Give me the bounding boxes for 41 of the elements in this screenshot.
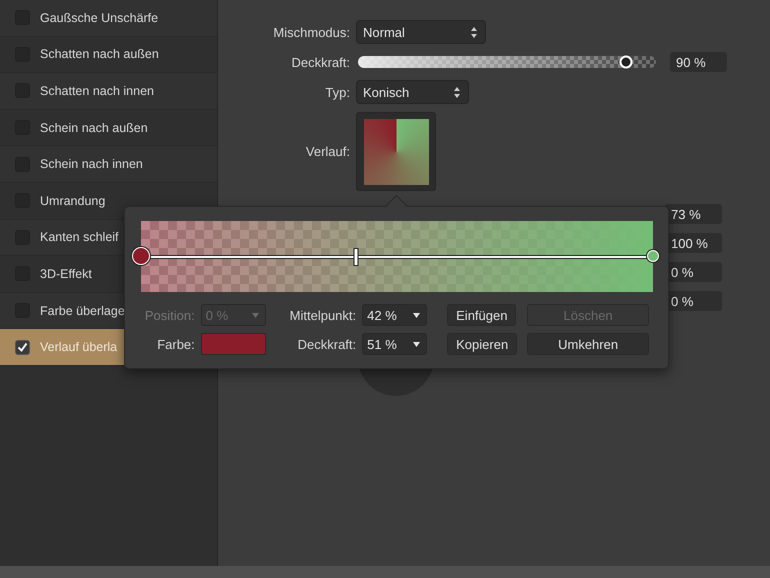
gradient-bar[interactable]	[141, 221, 653, 292]
effect-label: Umrandung	[40, 194, 106, 208]
field-label: Mischmodus:	[272, 24, 350, 40]
field-label: Verlauf:	[304, 144, 350, 159]
field-label: Deckkraft:	[296, 336, 356, 352]
midpoint-handle[interactable]	[354, 248, 359, 266]
action-button[interactable]: Umkehren	[527, 333, 650, 355]
dropdown-arrow-icon	[252, 312, 259, 318]
dropdown-arrow-icon	[413, 342, 420, 346]
action-button[interactable]: Kopieren	[447, 333, 518, 355]
effect-label: Schatten nach außen	[40, 47, 159, 62]
blend-mode-select[interactable]: Normal	[356, 20, 486, 44]
slider-thumb[interactable]	[620, 56, 633, 68]
effect-label: 3D-Effekt	[40, 266, 92, 281]
field-label: Farbe:	[156, 336, 195, 352]
value-field[interactable]: 73 %	[665, 204, 722, 224]
effect-label: Schein nach außen	[40, 120, 148, 135]
effect-label: Gaußsche Unschärfe	[40, 10, 158, 25]
midpoint-dropdown[interactable]: 42 %	[362, 304, 428, 326]
effect-label: Kanten schleif	[40, 230, 119, 244]
field-label: Mittelpunkt:	[288, 308, 356, 322]
effect-label: Farbe überlage	[40, 304, 125, 318]
effect-label: Schatten nach innen	[40, 84, 154, 98]
field-label: Deckkraft:	[290, 54, 350, 70]
checkbox[interactable]	[15, 340, 30, 355]
dropdown-arrow-icon	[413, 312, 420, 318]
opacity-slider[interactable]	[358, 56, 656, 68]
type-select[interactable]: Konisch	[356, 80, 469, 104]
action-button[interactable]: Einfügen	[447, 304, 516, 326]
field-label: Position:	[144, 308, 195, 322]
opacity-dropdown[interactable]: 51 %	[362, 333, 428, 355]
color-swatch[interactable]	[200, 333, 266, 355]
stepper-arrows-icon	[454, 86, 460, 98]
color-stop-handle[interactable]	[647, 250, 659, 262]
effect-label: Schein nach innen	[40, 157, 143, 172]
gradient-preview[interactable]	[356, 112, 436, 191]
stepper-arrows-icon	[471, 26, 477, 38]
opacity-field[interactable]: 90 %	[670, 52, 727, 72]
effect-label: Verlauf überla	[40, 340, 118, 354]
color-stop-handle[interactable]	[132, 247, 150, 265]
field-label: Typ:	[324, 84, 350, 100]
